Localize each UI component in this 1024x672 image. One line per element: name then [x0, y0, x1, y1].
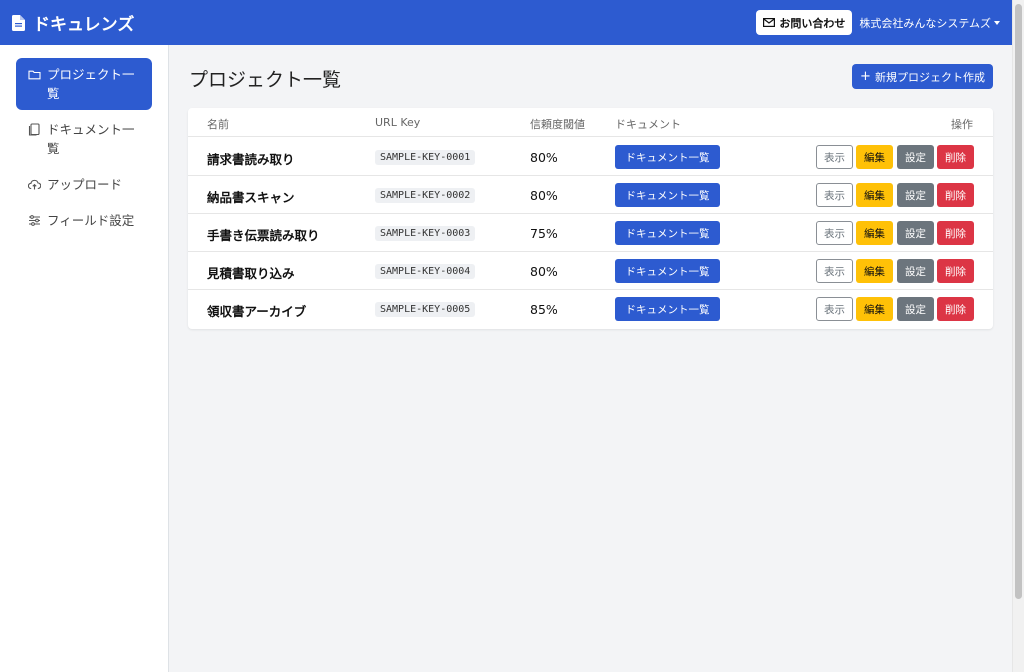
- edit-button[interactable]: 編集: [856, 183, 893, 207]
- delete-button[interactable]: 削除: [937, 145, 974, 169]
- settings-button[interactable]: 設定: [897, 183, 934, 207]
- brand[interactable]: ドキュレンズ: [12, 10, 134, 35]
- document-list-button[interactable]: ドキュメント一覧: [615, 221, 720, 245]
- table-row: 請求書読み取り SAMPLE-KEY-0001 80% ドキュメント一覧 表示 …: [188, 138, 993, 176]
- page-scrollbar[interactable]: [1012, 0, 1024, 672]
- company-dropdown[interactable]: 株式会社みんなシステムズ: [859, 15, 1000, 31]
- sidebar-item-label: アップロード: [47, 177, 123, 192]
- company-name: 株式会社みんなシステムズ: [859, 16, 991, 30]
- document-list-button[interactable]: ドキュメント一覧: [615, 145, 720, 169]
- sidebar-item-upload[interactable]: アップロード: [16, 168, 152, 201]
- view-button[interactable]: 表示: [816, 221, 853, 245]
- document-icon: [12, 14, 25, 31]
- column-header-url-key: URL Key: [375, 116, 421, 129]
- url-key: SAMPLE-KEY-0003: [375, 226, 476, 241]
- edit-button[interactable]: 編集: [856, 145, 893, 169]
- delete-button[interactable]: 削除: [937, 259, 974, 283]
- project-name[interactable]: 見積書取り込み: [207, 263, 295, 282]
- sidebar-item-label: フィールド設定: [47, 213, 135, 228]
- page-title: プロジェクト一覧: [189, 69, 342, 91]
- delete-button[interactable]: 削除: [937, 221, 974, 245]
- settings-button[interactable]: 設定: [897, 145, 934, 169]
- settings-button[interactable]: 設定: [897, 297, 934, 321]
- caret-down-icon: [994, 20, 1000, 25]
- url-key: SAMPLE-KEY-0002: [375, 188, 476, 203]
- project-name[interactable]: 手書き伝票読み取り: [207, 225, 320, 244]
- delete-button[interactable]: 削除: [937, 297, 974, 321]
- table-row: 領収書アーカイブ SAMPLE-KEY-0005 85% ドキュメント一覧 表示…: [188, 290, 993, 328]
- column-header-actions: 操作: [951, 118, 973, 131]
- plus-icon: +: [860, 69, 871, 84]
- folder-icon: [28, 70, 41, 80]
- documents-icon: [28, 123, 40, 136]
- edit-button[interactable]: 編集: [856, 259, 893, 283]
- sidebar-item-field-settings[interactable]: フィールド設定: [16, 204, 152, 237]
- sidebar-item-projects[interactable]: プロジェクト一覧: [16, 58, 152, 110]
- url-key: SAMPLE-KEY-0005: [375, 302, 476, 317]
- project-name[interactable]: 領収書アーカイブ: [207, 301, 306, 320]
- scrollbar-thumb[interactable]: [1015, 4, 1022, 599]
- settings-button[interactable]: 設定: [897, 221, 934, 245]
- table-header: 名前 URL Key 信頼度閾値 ドキュメント 操作: [188, 108, 993, 137]
- document-list-button[interactable]: ドキュメント一覧: [615, 183, 720, 207]
- new-project-label: 新規プロジェクト作成: [874, 70, 985, 84]
- threshold-value: 85%: [530, 302, 558, 317]
- view-button[interactable]: 表示: [816, 183, 853, 207]
- view-button[interactable]: 表示: [816, 145, 853, 169]
- column-header-documents: ドキュメント: [615, 118, 681, 131]
- threshold-value: 75%: [530, 226, 558, 241]
- sidebar: プロジェクト一覧 ドキュメント一覧 アップロード フィールド設定: [0, 45, 169, 672]
- delete-button[interactable]: 削除: [937, 183, 974, 207]
- contact-label: お問い合わせ: [779, 16, 846, 30]
- app-title: ドキュレンズ: [33, 15, 135, 35]
- document-list-button[interactable]: ドキュメント一覧: [615, 297, 720, 321]
- table-row: 納品書スキャン SAMPLE-KEY-0002 80% ドキュメント一覧 表示 …: [188, 176, 993, 214]
- threshold-value: 80%: [530, 150, 558, 165]
- url-key: SAMPLE-KEY-0001: [375, 150, 476, 165]
- projects-table: 名前 URL Key 信頼度閾値 ドキュメント 操作 請求書読み取り SAMPL…: [188, 108, 993, 329]
- sliders-icon: [29, 215, 40, 226]
- view-button[interactable]: 表示: [816, 259, 853, 283]
- sidebar-item-documents[interactable]: ドキュメント一覧: [16, 113, 152, 165]
- table-row: 見積書取り込み SAMPLE-KEY-0004 80% ドキュメント一覧 表示 …: [188, 252, 993, 290]
- project-name[interactable]: 納品書スキャン: [207, 187, 295, 206]
- main-content: プロジェクト一覧 + 新規プロジェクト作成 名前 URL Key 信頼度閾値 ド…: [169, 45, 1012, 672]
- column-header-name: 名前: [207, 118, 229, 131]
- edit-button[interactable]: 編集: [856, 297, 893, 321]
- top-navbar: ドキュレンズ お問い合わせ 株式会社みんなシステムズ: [0, 0, 1012, 45]
- sidebar-item-label: プロジェクト一覧: [47, 67, 135, 101]
- view-button[interactable]: 表示: [816, 297, 853, 321]
- threshold-value: 80%: [530, 188, 558, 203]
- cloud-upload-icon: [28, 179, 41, 190]
- threshold-value: 80%: [530, 264, 558, 279]
- contact-button[interactable]: お問い合わせ: [756, 10, 853, 35]
- url-key: SAMPLE-KEY-0004: [375, 264, 476, 279]
- edit-button[interactable]: 編集: [856, 221, 893, 245]
- settings-button[interactable]: 設定: [897, 259, 934, 283]
- document-list-button[interactable]: ドキュメント一覧: [615, 259, 720, 283]
- new-project-button[interactable]: + 新規プロジェクト作成: [852, 64, 993, 89]
- column-header-threshold: 信頼度閾値: [530, 118, 585, 131]
- project-name[interactable]: 請求書読み取り: [207, 149, 295, 168]
- sidebar-item-label: ドキュメント一覧: [47, 122, 135, 156]
- envelope-icon: [763, 18, 776, 27]
- table-row: 手書き伝票読み取り SAMPLE-KEY-0003 75% ドキュメント一覧 表…: [188, 214, 993, 252]
